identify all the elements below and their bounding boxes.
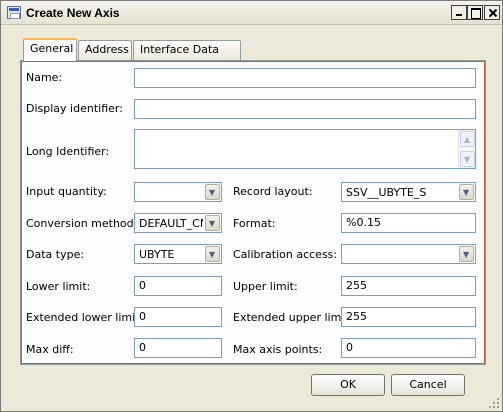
data-type-dropdown-button[interactable]: ▼ <box>205 246 220 262</box>
tab-address[interactable]: Address <box>78 40 132 60</box>
conversion-method-value: DEFAULT_CM <box>139 217 203 230</box>
conversion-method-label: Conversion method: <box>26 217 138 230</box>
extended-upper-limit-label: Extended upper limit: <box>233 311 353 324</box>
max-axis-points-label: Max axis points: <box>233 343 323 356</box>
display-identifier-input[interactable] <box>134 99 476 119</box>
name-label: Name: <box>26 71 63 84</box>
maximize-button[interactable] <box>467 5 483 20</box>
conversion-method-dropdown-button[interactable]: ▼ <box>205 215 220 231</box>
minimize-button[interactable] <box>451 5 467 20</box>
display-identifier-label: Display identifier: <box>26 102 123 115</box>
chevron-down-icon: ▼ <box>463 188 470 197</box>
create-new-axis-dialog: Create New Axis General Address Interfac… <box>0 0 503 412</box>
record-layout-value: SSV__UBYTE_S <box>346 186 427 199</box>
extended-lower-limit-input[interactable]: 0 <box>134 307 222 327</box>
long-identifier-scrollbar[interactable]: ▲ ▼ <box>458 130 475 168</box>
calibration-access-dropdown-button[interactable]: ▼ <box>459 246 474 262</box>
chevron-down-icon: ▼ <box>463 250 470 259</box>
extended-upper-limit-input[interactable]: 255 <box>341 307 476 327</box>
scroll-down-icon: ▼ <box>464 155 471 164</box>
scroll-up-icon: ▲ <box>464 135 471 144</box>
lower-limit-label: Lower limit: <box>26 280 91 293</box>
scroll-up-button[interactable]: ▲ <box>460 131 475 147</box>
chevron-down-icon: ▼ <box>209 219 216 228</box>
long-identifier-textarea[interactable]: ▲ ▼ <box>134 129 476 169</box>
record-layout-label: Record layout: <box>233 185 313 198</box>
general-tab-panel: Name: Display identifier: Long Identifie… <box>20 60 486 365</box>
calibration-access-label: Calibration access: <box>233 248 338 261</box>
chevron-down-icon: ▼ <box>209 250 216 259</box>
long-identifier-label: Long Identifier: <box>26 145 110 158</box>
tab-interface-data[interactable]: Interface Data <box>133 40 241 60</box>
data-type-label: Data type: <box>26 248 85 261</box>
resize-grip-icon[interactable] <box>488 397 500 409</box>
data-type-select[interactable]: UBYTE ▼ <box>134 244 222 264</box>
input-quantity-label: Input quantity: <box>26 185 107 198</box>
record-layout-dropdown-button[interactable]: ▼ <box>459 184 474 200</box>
calibration-access-select[interactable]: ▼ <box>341 244 476 264</box>
conversion-method-select[interactable]: DEFAULT_CM ▼ <box>134 213 222 233</box>
max-diff-label: Max diff: <box>26 343 74 356</box>
record-layout-select[interactable]: SSV__UBYTE_S ▼ <box>341 182 476 202</box>
input-quantity-select[interactable]: ▼ <box>134 182 222 202</box>
cancel-button[interactable]: Cancel <box>391 374 465 396</box>
upper-limit-input[interactable]: 255 <box>341 276 476 296</box>
title-bar[interactable]: Create New Axis <box>1 1 502 25</box>
extended-lower-limit-label: Extended lower limit: <box>26 311 144 324</box>
upper-limit-label: Upper limit: <box>233 280 298 293</box>
chevron-down-icon: ▼ <box>209 188 216 197</box>
name-input[interactable] <box>134 68 476 88</box>
format-input[interactable]: %0.15 <box>341 213 476 233</box>
app-window-icon[interactable] <box>7 6 21 19</box>
format-label: Format: <box>233 217 276 230</box>
data-type-value: UBYTE <box>139 248 175 261</box>
input-quantity-dropdown-button[interactable]: ▼ <box>205 184 220 200</box>
lower-limit-input[interactable]: 0 <box>134 276 222 296</box>
scroll-down-button[interactable]: ▼ <box>460 151 475 167</box>
close-button[interactable] <box>484 5 500 20</box>
window-title: Create New Axis <box>26 6 120 20</box>
tab-general[interactable]: General <box>23 38 77 61</box>
max-axis-points-input[interactable]: 0 <box>341 338 476 358</box>
ok-button[interactable]: OK <box>311 374 385 396</box>
max-diff-input[interactable]: 0 <box>134 338 222 358</box>
